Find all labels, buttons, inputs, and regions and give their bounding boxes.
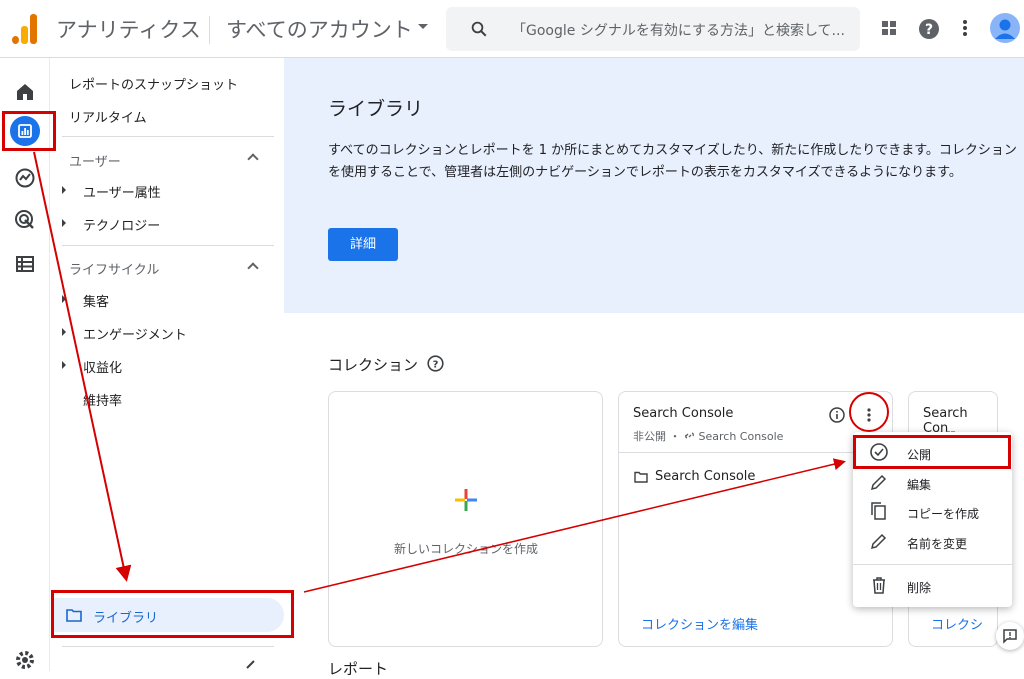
chevron-down-icon[interactable] [418, 24, 428, 29]
annotation-box-reports [2, 111, 56, 151]
reports-heading: レポート [328, 660, 389, 678]
menu-item-rename[interactable]: 名前を変更 [853, 527, 1012, 557]
pencil-icon [870, 474, 887, 491]
collection-card-meta: 非公開 ・ Search Console [633, 428, 783, 444]
info-icon[interactable] [829, 407, 845, 423]
expand-arrow-icon[interactable] [62, 361, 66, 369]
folder-icon [634, 471, 648, 483]
configure-icon[interactable] [13, 252, 37, 276]
menu-label: 編集 [907, 478, 932, 492]
expand-arrow-icon[interactable] [62, 328, 66, 336]
page-title: ライブラリ [328, 98, 424, 120]
nav-section-lifecycle[interactable]: ライフサイクル [69, 259, 159, 278]
nav-item-acquisition[interactable]: 集客 [83, 291, 109, 310]
home-icon[interactable] [13, 80, 37, 104]
nav-divider [62, 245, 274, 246]
expand-arrow-icon[interactable] [62, 219, 66, 227]
nav-item-monetization[interactable]: 収益化 [83, 357, 122, 376]
expand-arrow-icon[interactable] [62, 186, 66, 194]
create-collection-card[interactable]: 新しいコレクションを作成 [328, 391, 603, 647]
expand-arrow-icon[interactable] [62, 295, 66, 303]
collection-card[interactable]: Search Console 非公開 ・ Search Console Sear… [618, 391, 893, 647]
svg-text:?: ? [925, 22, 933, 38]
help-outline-icon[interactable]: ? [427, 355, 444, 372]
copy-icon [871, 502, 886, 520]
side-navigation: レポートのスナップショット リアルタイム ユーザー ユーザー属性 テクノロジー … [50, 58, 284, 671]
analytics-logo[interactable] [12, 14, 38, 44]
annotation-box-library [51, 590, 294, 638]
nav-section-user[interactable]: ユーザー [69, 151, 121, 170]
collection-card-title: Search Console [633, 406, 734, 421]
pencil-icon [870, 533, 887, 550]
svg-text:?: ? [433, 360, 439, 371]
create-collection-label: 新しいコレクションを作成 [393, 542, 538, 556]
link-icon [685, 432, 694, 439]
feedback-icon [1003, 629, 1017, 644]
nav-divider [62, 136, 274, 137]
nav-divider [62, 646, 274, 647]
library-hero-banner: ライブラリ すべてのコレクションとレポートを 1 か所にまとめてカスタマイズした… [284, 58, 1024, 313]
card-divider [619, 452, 892, 453]
menu-divider [853, 564, 1012, 565]
collapse-nav-icon[interactable] [243, 660, 257, 671]
avatar[interactable] [990, 13, 1020, 43]
search-bar[interactable]: 「Google シグナルを有効にする方法」と検索して... [446, 7, 860, 51]
apps-grid-icon[interactable] [879, 18, 899, 38]
menu-label: コピーを作成 [907, 507, 980, 521]
top-app-bar: アナリティクス すべてのアカウント 「Google シグナルを有効にする方法」と… [0, 0, 1024, 58]
chevron-up-icon[interactable] [247, 262, 259, 274]
nav-item-realtime[interactable]: リアルタイム [69, 107, 147, 126]
nav-item-snapshot[interactable]: レポートのスナップショット [69, 74, 238, 93]
nav-item-engagement[interactable]: エンゲージメント [83, 324, 187, 343]
settings-icon[interactable] [13, 648, 37, 672]
collections-heading: コレクション [328, 356, 419, 374]
plus-icon [455, 489, 477, 511]
help-icon[interactable]: ? [918, 18, 940, 40]
collection-status: 非公開 [633, 430, 666, 443]
trash-icon [873, 577, 885, 594]
menu-label: 削除 [907, 581, 932, 595]
learn-more-button[interactable]: 詳細 [328, 228, 398, 261]
more-vert-icon[interactable] [862, 407, 876, 423]
edit-collection-link[interactable]: コレクシ [931, 614, 983, 633]
nav-item-retention[interactable]: 維持率 [83, 390, 122, 409]
menu-item-copy[interactable]: コピーを作成 [853, 497, 1012, 527]
nav-item-demographics[interactable]: ユーザー属性 [83, 182, 161, 201]
menu-label: 名前を変更 [907, 537, 968, 551]
app-title: アナリティクス [56, 18, 201, 42]
library-description: すべてのコレクションとレポートを 1 か所にまとめてカスタマイズしたり、新たに作… [328, 143, 1017, 180]
explore-icon[interactable] [13, 166, 37, 190]
menu-item-delete[interactable]: 削除 [853, 571, 1012, 601]
annotation-box-publish [853, 435, 1011, 469]
menu-item-edit[interactable]: 編集 [853, 468, 1012, 498]
collection-source: Search Console [698, 430, 784, 443]
bullet-separator: ・ [669, 430, 684, 443]
more-vert-icon[interactable] [955, 18, 975, 38]
search-input[interactable]: 「Google シグナルを有効にする方法」と検索して... [512, 20, 845, 40]
header-divider [209, 16, 210, 44]
search-icon [471, 21, 487, 37]
advertising-icon[interactable] [13, 208, 37, 232]
feedback-button[interactable] [996, 622, 1024, 650]
nav-item-technology[interactable]: テクノロジー [83, 215, 160, 234]
account-selector[interactable]: すべてのアカウント [226, 14, 413, 44]
chevron-up-icon[interactable] [247, 153, 259, 165]
collection-topic[interactable]: Search Console [655, 469, 755, 484]
edit-collection-link[interactable]: コレクションを編集 [641, 614, 758, 633]
